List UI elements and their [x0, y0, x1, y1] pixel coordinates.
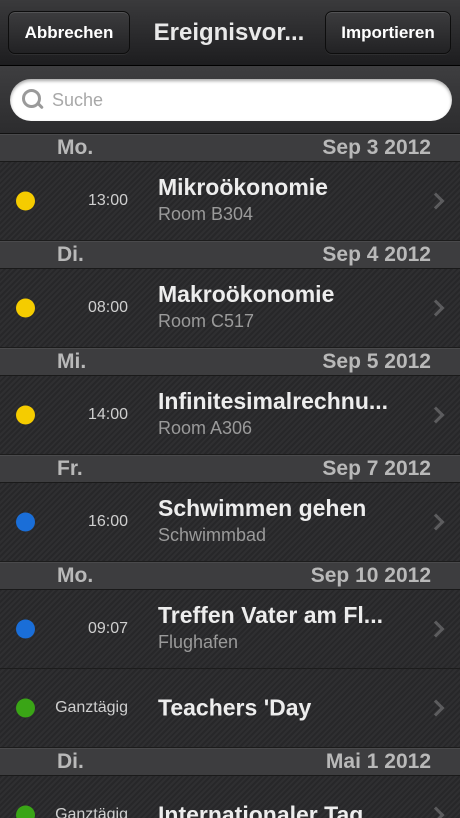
section-header: Fr. Sep 7 2012	[0, 455, 460, 483]
event-location: Room C517	[158, 311, 255, 331]
section-day: Di.	[57, 750, 84, 773]
section-date: Sep 7 2012	[322, 457, 431, 480]
event-row[interactable]: Ganztägig Internationaler Tag...	[0, 776, 460, 818]
event-time: Ganztägig	[55, 806, 128, 818]
event-time: Ganztägig	[55, 699, 128, 716]
event-row[interactable]: 09:07 Treffen Vater am Fl... Flughafen	[0, 590, 460, 669]
section-header: Mo. Sep 3 2012	[0, 134, 460, 162]
search-input[interactable]	[52, 89, 432, 111]
section-day: Mo.	[57, 136, 94, 159]
chevron-right-icon	[427, 699, 445, 717]
section-day: Mi.	[57, 350, 87, 373]
section-header: Di. Sep 4 2012	[0, 241, 460, 269]
event-title: Internationaler Tag...	[158, 801, 383, 818]
event-row[interactable]: 13:00 Mikroökonomie Room B304	[0, 162, 460, 241]
section-header: Di. Mai 1 2012	[0, 748, 460, 776]
event-row[interactable]: Ganztägig Teachers 'Day	[0, 669, 460, 748]
event-title: Makroökonomie	[158, 281, 335, 307]
event-row[interactable]: 08:00 Makroökonomie Room C517	[0, 269, 460, 348]
event-title: Mikroökonomie	[158, 174, 328, 200]
event-row[interactable]: 16:00 Schwimmen gehen Schwimmbad	[0, 483, 460, 562]
section-date: Mai 1 2012	[325, 750, 431, 773]
event-time: 14:00	[87, 406, 128, 423]
chevron-right-icon	[427, 513, 445, 531]
section-day: Di.	[57, 243, 84, 266]
navigation-bar: Abbrechen Ereignisvor... Importieren	[0, 0, 460, 66]
event-title: Teachers 'Day	[158, 694, 312, 721]
event-time: 13:00	[87, 192, 128, 209]
chevron-right-icon	[427, 192, 445, 210]
event-time: 09:07	[87, 620, 128, 637]
event-row[interactable]: 14:00 Infinitesimalrechnu... Room A306	[0, 376, 460, 455]
chevron-right-icon	[427, 806, 445, 818]
chevron-right-icon	[427, 406, 445, 424]
event-location: Schwimmbad	[158, 525, 267, 545]
search-icon	[22, 89, 44, 111]
event-location: Room A306	[158, 418, 253, 438]
section-header: Mo. Sep 10 2012	[0, 562, 460, 590]
event-time: 08:00	[87, 299, 128, 316]
page-title: Ereignisvor...	[153, 19, 305, 46]
event-list[interactable]: Mo. Sep 3 2012 13:00 Mikroökonomie Room B304…	[0, 134, 460, 818]
section-date: Sep 3 2012	[322, 136, 431, 159]
event-location: Flughafen	[158, 632, 239, 652]
section-day: Mo.	[57, 564, 94, 587]
search-field[interactable]	[10, 79, 452, 121]
section-date: Sep 5 2012	[322, 350, 431, 373]
event-time: 16:00	[87, 513, 128, 530]
import-button[interactable]: Importieren	[325, 11, 451, 54]
section-day: Fr.	[57, 457, 83, 480]
section-date: Sep 10 2012	[310, 564, 431, 587]
chevron-right-icon	[427, 620, 445, 638]
event-location: Room B304	[158, 204, 254, 224]
section-header: Mi. Sep 5 2012	[0, 348, 460, 376]
event-title: Infinitesimalrechnu...	[158, 388, 389, 414]
cancel-button[interactable]: Abbrechen	[8, 11, 130, 54]
event-title: Schwimmen gehen	[158, 495, 367, 521]
event-title: Treffen Vater am Fl...	[158, 602, 383, 628]
section-date: Sep 4 2012	[322, 243, 431, 266]
search-bar	[0, 66, 460, 134]
chevron-right-icon	[427, 299, 445, 317]
